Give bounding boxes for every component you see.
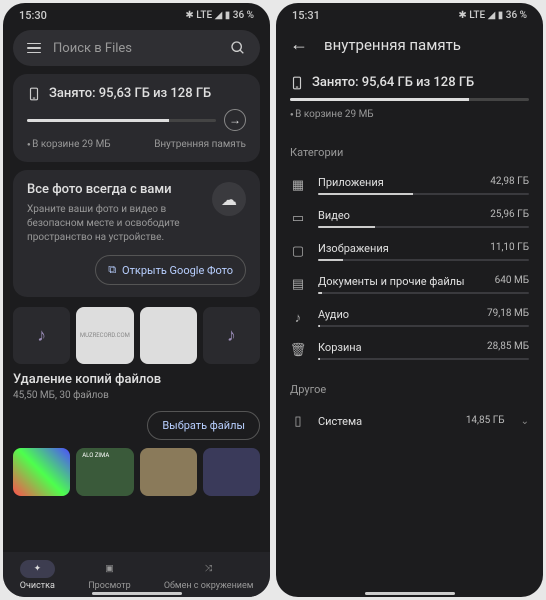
- storage-title: Занято: 95,64 ГБ из 128 ГБ: [312, 75, 474, 90]
- category-label: Аудио: [318, 308, 349, 321]
- category-label: Документы и прочие файлы: [318, 275, 465, 288]
- thumbnail[interactable]: [140, 307, 197, 364]
- trash-icon: 🗑: [290, 343, 306, 359]
- category-size: 640 МБ: [495, 275, 529, 288]
- phone-icon: [27, 87, 41, 101]
- status-indicators: ✱ LTE ◢ ▮ 36 %: [458, 10, 527, 21]
- nav-clean[interactable]: ✦ Очистка: [20, 560, 56, 591]
- left-screen: 15:30 ✱ LTE ◢ ▮ 36 % Поиск в Files Занят…: [3, 3, 270, 597]
- categories-list: ▦ Приложения 42,98 ГБ ▭ Видео 25,96 ГБ ▢ Изобра…: [276, 169, 543, 367]
- audio-icon: ♪: [290, 310, 306, 326]
- storage-summary: Занято: 95,64 ГБ из 128 ГБ В корзине 29 …: [276, 65, 543, 130]
- header: ← внутренняя память: [276, 24, 543, 65]
- category-bar: [318, 226, 529, 228]
- right-screen: 15:31 ✱ LTE ◢ ▮ 36 % ← внутренняя память…: [276, 3, 543, 597]
- category-row[interactable]: ▭ Видео 25,96 ГБ: [276, 202, 543, 235]
- status-time: 15:31: [292, 9, 320, 22]
- folder-icon: ▣: [105, 564, 114, 574]
- category-row[interactable]: ▤ Документы и прочие файлы 640 МБ: [276, 268, 543, 301]
- duplicates-title: Удаление копий файлов: [13, 372, 260, 387]
- category-size: 11,10 ГБ: [490, 242, 529, 255]
- promo-card: Все фото всегда с вами Храните ваши фото…: [13, 170, 260, 297]
- status-time: 15:30: [19, 9, 47, 22]
- bottom-thumbnails: [13, 448, 260, 496]
- duplicates-sub: 45,50 МБ, 30 файлов: [13, 390, 260, 401]
- home-indicator[interactable]: [92, 592, 182, 595]
- category-size: 79,18 МБ: [487, 308, 529, 321]
- select-files-button[interactable]: Выбрать файлы: [147, 411, 260, 440]
- category-bar: [318, 325, 529, 327]
- chevron-down-icon: ⌄: [521, 416, 529, 427]
- open-photos-button[interactable]: ⧉ Открыть Google Фото: [95, 255, 246, 285]
- status-indicators: ✱ LTE ◢ ▮ 36 %: [185, 10, 254, 21]
- category-label: Приложения: [318, 176, 384, 189]
- category-size: 14,85 ГБ: [466, 415, 505, 428]
- category-label: Видео: [318, 209, 350, 222]
- back-arrow-icon[interactable]: ←: [290, 34, 308, 55]
- sparkle-icon: ✦: [34, 564, 42, 574]
- other-list: ▯ Система 14,85 ГБ ⌄: [276, 406, 543, 436]
- cloud-upload-icon: ☁: [212, 182, 246, 216]
- category-row[interactable]: ▯ Система 14,85 ГБ ⌄: [276, 406, 543, 436]
- status-bar: 15:31 ✱ LTE ◢ ▮ 36 %: [276, 3, 543, 24]
- page-title: внутренняя память: [324, 36, 461, 54]
- file-thumbnails: ♪ MUZRECORD.COM ♪: [13, 307, 260, 364]
- thumbnail[interactable]: ♪: [13, 307, 70, 364]
- category-label: Изображения: [318, 242, 389, 255]
- search-placeholder: Поиск в Files: [53, 41, 218, 56]
- storage-card[interactable]: Занято: 95,63 ГБ из 128 ГБ → В корзине 2…: [13, 74, 260, 162]
- category-size: 42,98 ГБ: [490, 176, 529, 189]
- storage-title: Занято: 95,63 ГБ из 128 ГБ: [49, 86, 211, 101]
- category-size: 25,96 ГБ: [490, 209, 529, 222]
- bottom-nav: ✦ Очистка ▣ Просмотр ⤨ Обмен с окружение…: [3, 552, 270, 597]
- arrow-right-icon[interactable]: →: [224, 109, 246, 131]
- thumbnail[interactable]: MUZRECORD.COM: [76, 307, 133, 364]
- category-bar: [318, 193, 529, 195]
- section-other: Другое: [276, 367, 543, 406]
- phone-icon: [290, 76, 304, 90]
- thumbnail[interactable]: [13, 448, 70, 496]
- category-row[interactable]: ▦ Приложения 42,98 ГБ: [276, 169, 543, 202]
- storage-progress: [27, 119, 216, 122]
- thumbnail[interactable]: [76, 448, 133, 496]
- home-indicator[interactable]: [365, 592, 455, 595]
- trash-info: В корзине 29 МБ: [27, 139, 111, 150]
- trash-info: В корзине 29 МБ: [290, 109, 529, 120]
- category-label: Корзина: [318, 341, 362, 354]
- category-bar: [318, 358, 529, 360]
- storage-location: Внутренняя память: [154, 139, 246, 150]
- category-bar: [318, 292, 529, 294]
- apps-icon: ▦: [290, 178, 306, 194]
- duplicates-card: Удаление копий файлов 45,50 МБ, 30 файло…: [13, 372, 260, 440]
- share-icon: ⤨: [205, 564, 212, 574]
- doc-icon: ▤: [290, 277, 306, 293]
- category-bar: [318, 259, 529, 261]
- status-bar: 15:30 ✱ LTE ◢ ▮ 36 %: [3, 3, 270, 24]
- system-icon: ▯: [290, 413, 306, 429]
- thumbnail[interactable]: [203, 448, 260, 496]
- nav-browse[interactable]: ▣ Просмотр: [88, 560, 130, 591]
- section-categories: Категории: [276, 130, 543, 169]
- category-row[interactable]: 🗑 Корзина 28,85 МБ: [276, 334, 543, 367]
- menu-icon[interactable]: [27, 43, 41, 54]
- search-bar[interactable]: Поиск в Files: [13, 30, 260, 66]
- promo-title: Все фото всегда с вами: [27, 182, 197, 197]
- external-link-icon: ⧉: [108, 263, 116, 277]
- category-size: 28,85 МБ: [487, 341, 529, 354]
- category-row[interactable]: ♪ Аудио 79,18 МБ: [276, 301, 543, 334]
- storage-progress: [290, 98, 529, 101]
- video-icon: ▭: [290, 211, 306, 227]
- image-icon: ▢: [290, 244, 306, 260]
- category-row[interactable]: ▢ Изображения 11,10 ГБ: [276, 235, 543, 268]
- nav-share[interactable]: ⤨ Обмен с окружением: [164, 560, 254, 591]
- promo-text: Храните ваши фото и видео в безопасном м…: [27, 203, 197, 245]
- thumbnail[interactable]: ♪: [203, 307, 260, 364]
- search-icon[interactable]: [230, 40, 246, 56]
- thumbnail[interactable]: [140, 448, 197, 496]
- category-label: Система: [318, 415, 362, 428]
